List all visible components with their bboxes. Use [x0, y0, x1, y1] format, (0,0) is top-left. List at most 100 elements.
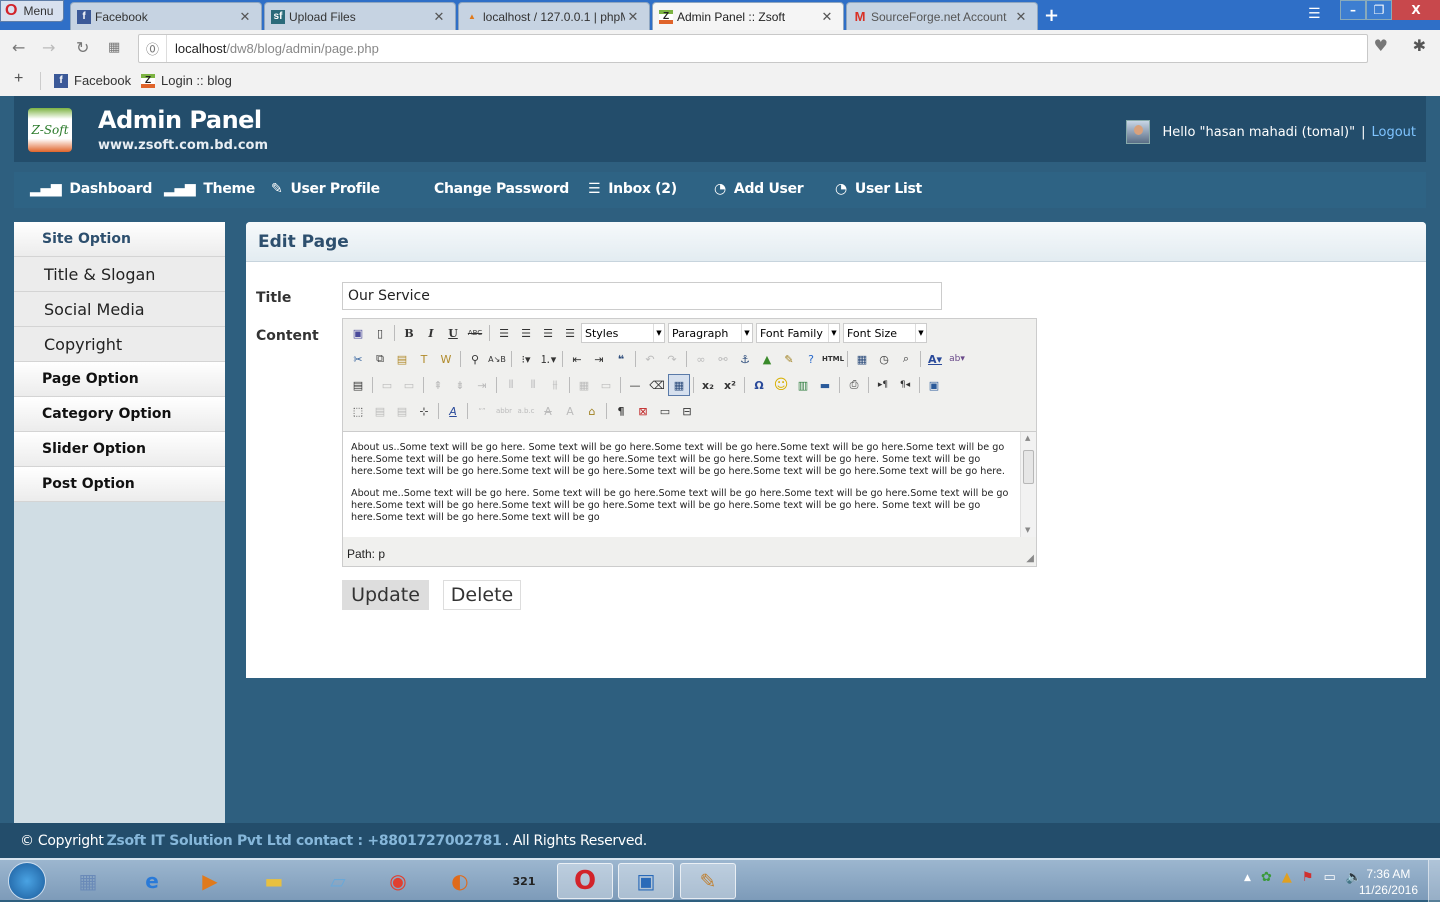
bookmark-login-blog[interactable]: Z Login :: blog: [141, 73, 232, 88]
cleanup-icon[interactable]: ✎: [778, 348, 800, 370]
styles-select[interactable]: Styles ▼: [581, 323, 665, 343]
page-break-icon[interactable]: ⊟: [676, 400, 698, 422]
numbered-list-icon[interactable]: ⒈▾: [537, 348, 559, 370]
close-tab-icon[interactable]: ✕: [819, 9, 835, 25]
delete-text-icon[interactable]: A: [537, 400, 559, 422]
chrome-icon[interactable]: ◉: [370, 863, 426, 899]
html-source-icon[interactable]: HTML: [822, 348, 844, 370]
acronym-icon[interactable]: a.b.c: [515, 400, 537, 422]
italic-icon[interactable]: I: [420, 322, 442, 344]
horizontal-rule-icon[interactable]: —: [624, 374, 646, 396]
strikethrough-icon[interactable]: ABC: [464, 322, 486, 344]
copy-icon[interactable]: ⧉: [369, 348, 391, 370]
calculator-icon[interactable]: ▦: [60, 863, 116, 899]
preview-icon[interactable]: ⌕: [895, 348, 917, 370]
editor-content-area[interactable]: About us..Some text will be go here. Som…: [343, 431, 1036, 537]
merge-cells-icon[interactable]: ▭: [595, 374, 617, 396]
sidebar-item-post-option[interactable]: Post Option: [14, 467, 225, 502]
print-icon[interactable]: ⎙: [843, 374, 865, 396]
sidebar-item-title-slogan[interactable]: Title & Slogan: [14, 257, 225, 292]
forward-icon[interactable]: →: [42, 38, 55, 57]
fullscreen-icon[interactable]: ▣: [923, 374, 945, 396]
close-tab-icon[interactable]: ✕: [237, 9, 253, 25]
paste-icon[interactable]: ▤: [391, 348, 413, 370]
sync-icon[interactable]: ✿: [1261, 870, 1272, 885]
restore-button[interactable]: ❐: [1366, 0, 1392, 20]
bold-icon[interactable]: B: [398, 322, 420, 344]
firefox-icon[interactable]: ◐: [432, 863, 488, 899]
media-player-classic-icon[interactable]: 321: [496, 863, 552, 899]
outdent-icon[interactable]: ⇤: [566, 348, 588, 370]
delete-col-icon[interactable]: ⫵: [544, 374, 566, 396]
table-cell-props-icon[interactable]: ▭: [398, 374, 420, 396]
advanced-hr-icon[interactable]: ▬: [814, 374, 836, 396]
paint-icon[interactable]: ✎: [680, 863, 736, 899]
bookmark-facebook[interactable]: f Facebook: [54, 73, 131, 88]
replace-icon[interactable]: A↘B: [486, 348, 508, 370]
control-panel-icon[interactable]: ▣: [618, 863, 674, 899]
insert-date-icon[interactable]: ▦: [851, 348, 873, 370]
undo-icon[interactable]: ↶: [639, 348, 661, 370]
editor-scrollbar[interactable]: ▲ ▼: [1020, 432, 1036, 537]
insert-col-before-icon[interactable]: ⫴: [500, 374, 522, 396]
align-left-icon[interactable]: ☰: [493, 322, 515, 344]
speed-dial-icon[interactable]: ▦: [108, 40, 120, 55]
absolute-position-icon[interactable]: ⊹: [413, 400, 435, 422]
delete-row-icon[interactable]: ⇥: [471, 374, 493, 396]
subscript-icon[interactable]: x₂: [697, 374, 719, 396]
media-player-icon[interactable]: ▶: [182, 863, 238, 899]
close-tab-icon[interactable]: ✕: [1013, 9, 1029, 25]
heart-icon[interactable]: ♥: [1374, 36, 1388, 55]
find-icon[interactable]: ⚲: [464, 348, 486, 370]
visual-aid-icon[interactable]: ▦: [668, 374, 690, 396]
media-icon[interactable]: ▥: [792, 374, 814, 396]
show-hidden-icons[interactable]: ▲: [1244, 873, 1251, 883]
show-blocks-icon[interactable]: ¶: [610, 400, 632, 422]
cite-icon[interactable]: “”: [471, 400, 493, 422]
highlight-color-icon[interactable]: ab▾: [946, 348, 968, 370]
sidebar-item-page-option[interactable]: Page Option: [14, 362, 225, 397]
move-backward-icon[interactable]: ▤: [391, 400, 413, 422]
tab-facebook[interactable]: f Facebook ✕: [70, 2, 262, 30]
anchor-icon[interactable]: ⚓: [734, 348, 756, 370]
address-bar[interactable]: ⓪ localhost/dw8/blog/admin/page.php: [138, 34, 1368, 63]
text-color-icon[interactable]: A▾: [924, 348, 946, 370]
superscript-icon[interactable]: x²: [719, 374, 741, 396]
redo-icon[interactable]: ↷: [661, 348, 683, 370]
sidebar-item-copyright[interactable]: Copyright: [14, 327, 225, 362]
logout-link[interactable]: Logout: [1371, 125, 1416, 140]
nav-user-profile[interactable]: ✎ User Profile: [271, 181, 380, 197]
nav-add-user[interactable]: ◔ Add User: [714, 181, 804, 197]
new-tab-button[interactable]: +: [1044, 5, 1059, 26]
ltr-icon[interactable]: ▸¶: [872, 374, 894, 396]
tab-upload-files[interactable]: sf Upload Files ✕: [264, 2, 456, 30]
indent-icon[interactable]: ⇥: [588, 348, 610, 370]
insert-time-icon[interactable]: ◷: [873, 348, 895, 370]
table-edit-icon[interactable]: ▤: [347, 374, 369, 396]
resize-handle-icon[interactable]: ◢: [1026, 553, 1034, 564]
sidebar-item-slider-option[interactable]: Slider Option: [14, 432, 225, 467]
save-icon[interactable]: ▣: [347, 322, 369, 344]
insert-layer-icon[interactable]: ⬚: [347, 400, 369, 422]
insert-row-after-icon[interactable]: ⇟: [449, 374, 471, 396]
start-button[interactable]: [8, 862, 46, 900]
font-size-select[interactable]: Font Size ▼: [843, 323, 927, 343]
help-icon[interactable]: ?: [800, 348, 822, 370]
nav-user-list[interactable]: ◔ User List: [835, 181, 922, 197]
back-icon[interactable]: ←: [12, 38, 25, 57]
site-info-icon[interactable]: ⓪: [139, 35, 167, 62]
close-tab-icon[interactable]: ✕: [625, 9, 641, 25]
align-center-icon[interactable]: ☰: [515, 322, 537, 344]
sidebar-item-category-option[interactable]: Category Option: [14, 397, 225, 432]
template-icon[interactable]: ▭: [654, 400, 676, 422]
tab-sourceforge-account[interactable]: M SourceForge.net Account ✕: [846, 2, 1038, 30]
reload-icon[interactable]: ↻: [76, 38, 89, 57]
sidebar-item-site-option[interactable]: Site Option: [14, 222, 225, 257]
scroll-down-icon[interactable]: ▼: [1025, 526, 1030, 534]
paste-word-icon[interactable]: W: [435, 348, 457, 370]
blockquote-icon[interactable]: ❝: [610, 348, 632, 370]
image-icon[interactable]: ▲: [756, 348, 778, 370]
security-icon[interactable]: ▲: [1282, 870, 1292, 885]
bullet-list-icon[interactable]: ⁝▾: [515, 348, 537, 370]
scrollbar-thumb[interactable]: [1023, 450, 1034, 484]
